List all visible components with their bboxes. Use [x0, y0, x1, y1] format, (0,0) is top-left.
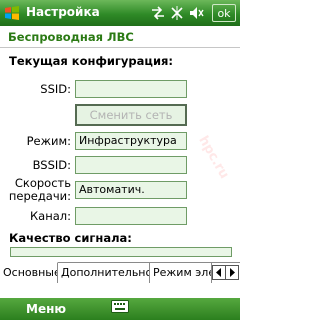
mode-field: Инфраструктура: [75, 132, 187, 150]
channel-field: [75, 207, 187, 225]
channel-label: Канал:: [29, 209, 71, 223]
speed-label-line2: передачи:: [8, 189, 71, 203]
bssid-field: [75, 156, 187, 174]
mode-label: Режим:: [26, 134, 71, 148]
section-header: Беспроводная ЛВС: [0, 26, 240, 48]
speed-label-line1: Скорость: [14, 176, 71, 190]
ssid-label: SSID:: [40, 82, 71, 96]
chevron-right-icon: [230, 268, 235, 277]
status-icons: [150, 4, 204, 22]
signal-quality-label: Качество сигнала:: [9, 231, 132, 245]
bssid-label: BSSID:: [32, 158, 71, 172]
group-title: Текущая конфигурация:: [9, 54, 173, 68]
window-title: Настройка: [26, 5, 100, 19]
tab-advanced[interactable]: Дополнительно: [58, 263, 150, 283]
connectivity-icon[interactable]: [150, 4, 166, 22]
tab-scroll-left-button[interactable]: [212, 265, 226, 280]
start-menu-icon[interactable]: [4, 5, 20, 21]
title-bar: Настройка ok: [0, 0, 240, 26]
ssid-field: [75, 80, 187, 98]
keyboard-icon[interactable]: [111, 300, 129, 314]
change-network-button[interactable]: Сменить сеть: [75, 104, 187, 126]
menu-bar: Меню: [0, 298, 240, 320]
tab-scroll-right-button[interactable]: [225, 265, 239, 280]
tab-strip: Основные Дополнительно Режим эле: [0, 262, 240, 283]
volume-mute-icon[interactable]: [188, 4, 204, 22]
tab-basic[interactable]: Основные: [0, 262, 58, 283]
chevron-left-icon: [216, 268, 221, 277]
signal-quality-bar: [10, 247, 232, 257]
antenna-off-icon[interactable]: [169, 4, 185, 22]
ok-button[interactable]: ok: [212, 4, 236, 22]
menu-button[interactable]: Меню: [26, 302, 66, 316]
tab-power-mode[interactable]: Режим эле: [150, 263, 212, 283]
speed-field: Автоматич.: [75, 181, 187, 199]
watermark-text: hpc.ru: [195, 133, 232, 182]
